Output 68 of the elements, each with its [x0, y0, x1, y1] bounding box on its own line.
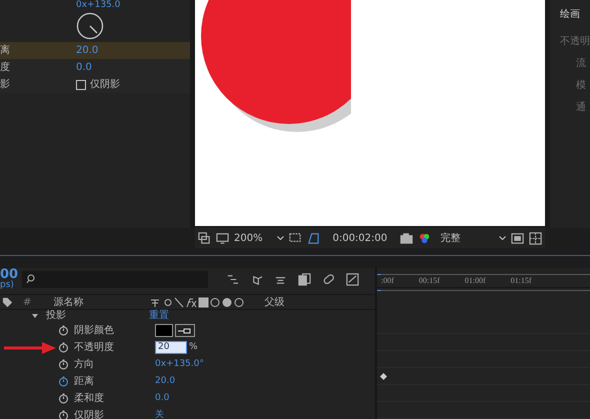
property-value[interactable]: 0.0	[76, 60, 92, 75]
keyframe-icon[interactable]	[380, 372, 387, 380]
panel-label: 不透明	[560, 34, 590, 49]
checkbox-label: 仅阴影	[90, 78, 120, 92]
stopwatch-icon[interactable]	[58, 410, 69, 419]
layers-icon[interactable]	[198, 232, 211, 244]
timecode[interactable]: 0:00:02:00	[332, 230, 388, 246]
search-icon	[26, 274, 36, 284]
mask-icon[interactable]	[306, 232, 320, 244]
stopwatch-icon[interactable]	[58, 376, 69, 387]
pill-icon[interactable]	[322, 272, 335, 286]
property-label: 离	[0, 44, 11, 58]
effect-name: 投影	[46, 311, 67, 321]
property-value[interactable]: 20.0	[155, 374, 176, 388]
reset-link[interactable]: 重置	[149, 311, 169, 321]
tag-icon[interactable]	[2, 296, 13, 308]
property-name: 不透明度	[74, 340, 115, 355]
resolution-dropdown[interactable]: 完整	[440, 230, 506, 246]
property-name: 阴影颜色	[74, 324, 115, 338]
property-name: 方向	[74, 358, 95, 372]
caret-icon	[276, 236, 284, 240]
input-field[interactable]: 20	[155, 341, 187, 354]
copy-icon[interactable]	[298, 272, 311, 286]
stopwatch-icon[interactable]	[58, 393, 69, 404]
hierarchy-icon[interactable]	[226, 272, 239, 286]
property-value[interactable]: 关	[155, 408, 164, 419]
property-label: 度	[0, 60, 11, 75]
property-value[interactable]: 0.0	[155, 392, 170, 406]
eyedropper-button[interactable]	[175, 324, 195, 337]
property-name: 距离	[74, 374, 95, 389]
angle-value[interactable]: 0x+135.0	[76, 0, 120, 10]
column-title[interactable]: 源名称	[53, 294, 154, 310]
panel-title: 绘画	[560, 8, 581, 22]
property-label: 影	[0, 78, 11, 92]
property-value[interactable]: 0x+135.0°	[155, 358, 204, 372]
panel-label: 流	[575, 56, 587, 71]
graph-icon[interactable]	[346, 272, 359, 286]
frame-rate: ps)	[0, 281, 15, 290]
column-title[interactable]: 父级	[264, 294, 284, 310]
panel-label: 模	[575, 78, 587, 93]
column-title: #	[23, 296, 32, 310]
expand-arrow-icon[interactable]	[32, 313, 38, 319]
camera-icon[interactable]	[400, 232, 414, 244]
unit-label: %	[189, 340, 198, 354]
region-icon[interactable]	[288, 232, 302, 244]
checkbox[interactable]	[76, 80, 86, 90]
monitor-icon[interactable]	[216, 232, 229, 244]
current-time[interactable]: 00	[0, 268, 16, 281]
stopwatch-icon[interactable]	[58, 325, 69, 336]
zoom-dropdown[interactable]: 200%	[234, 230, 284, 246]
search-field[interactable]	[22, 270, 208, 288]
grid-icon[interactable]	[529, 232, 542, 244]
stopwatch-icon[interactable]	[58, 359, 69, 370]
stopwatch-icon[interactable]	[58, 342, 69, 353]
property-name: 仅阴影	[74, 409, 105, 419]
panel-label: 通	[575, 100, 587, 115]
color-channels-icon[interactable]	[418, 232, 432, 244]
color-swatch[interactable]	[155, 324, 173, 337]
ruler-label: 01:15f	[510, 274, 532, 287]
property-value[interactable]: 20.0	[76, 43, 98, 58]
ruler-label: :00f	[381, 274, 394, 287]
caret-icon	[499, 236, 506, 240]
ruler-label: 00:15f	[418, 274, 440, 287]
ruler-label: 01:00f	[464, 274, 486, 287]
window-icon[interactable]	[511, 232, 524, 244]
angle-dial-icon[interactable]	[76, 12, 104, 40]
property-name: 柔和度	[74, 392, 105, 406]
eyedropper-icon	[178, 328, 192, 334]
